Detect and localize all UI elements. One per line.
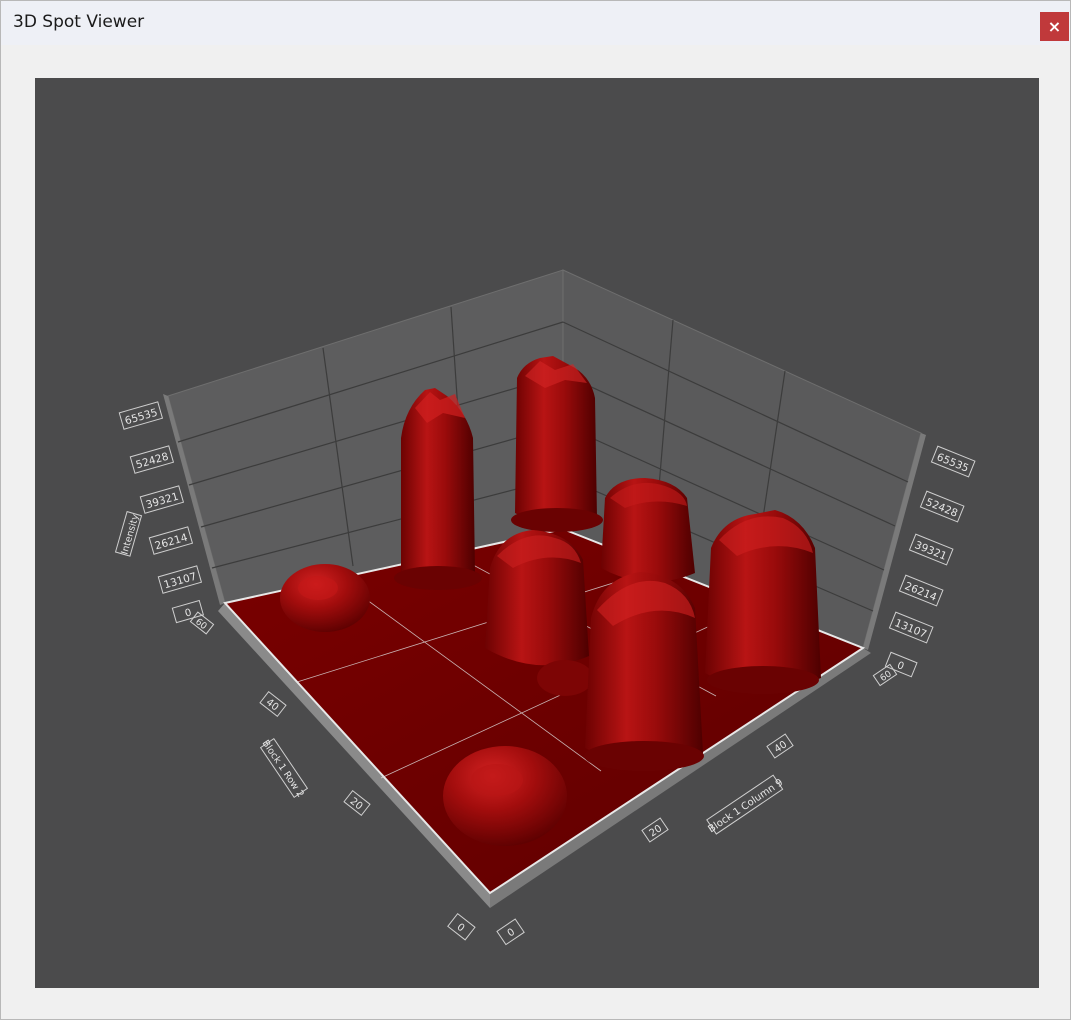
row-tick-label: 60 <box>193 617 208 632</box>
col-tick-40: 40 <box>766 733 794 759</box>
z-tick-left-39321: 39321 <box>139 485 185 514</box>
z-tick-label: 39321 <box>913 539 948 563</box>
z-tick-label: 0 <box>184 607 193 619</box>
spot-low-front <box>443 746 567 846</box>
row-axis-title-text: Block 1 Row 2 <box>260 738 306 799</box>
column-axis-title-text: Block 1 Column 9 <box>706 777 785 835</box>
row-tick-0: 0 <box>447 913 476 941</box>
col-tick-label: 0 <box>506 927 517 940</box>
z-tick-label: 13107 <box>893 617 928 641</box>
spot-front-center <box>584 572 704 771</box>
z-tick-label: 26214 <box>903 580 939 604</box>
col-tick-60: 60 <box>872 663 898 687</box>
spot-low-back-left <box>280 564 370 632</box>
col-tick-label: 20 <box>647 823 664 839</box>
col-tick-label: 40 <box>772 739 789 755</box>
z-tick-left-52428: 52428 <box>129 445 175 474</box>
z-axis-title: Intensity <box>119 513 141 556</box>
z-tick-label: 65535 <box>935 451 970 475</box>
3d-plot-viewport[interactable]: 65535 52428 39321 26214 13107 0 Intensit… <box>35 78 1039 988</box>
z-tick-left-13107: 13107 <box>157 565 203 594</box>
z-tick-label: 0 <box>895 660 905 673</box>
window-title: 3D Spot Viewer <box>13 12 145 32</box>
z-tick-left-65535: 65535 <box>118 401 164 430</box>
z-tick-right-13107: 13107 <box>888 611 934 644</box>
col-tick-0: 0 <box>496 918 525 946</box>
z-tick-label: 52428 <box>924 496 959 520</box>
close-button[interactable]: × <box>1040 12 1069 41</box>
spot-right <box>705 510 821 694</box>
row-axis-title: Block 1 Row 2 <box>260 737 309 800</box>
spot-viewer-window: 3D Spot Viewer × 65535 52428 39321 26214… <box>0 0 1071 1020</box>
column-axis-title: Block 1 Column 9 <box>706 774 785 835</box>
z-tick-right-65535: 65535 <box>930 445 976 478</box>
spot-mid-center <box>485 530 589 666</box>
row-tick-60: 60 <box>189 611 215 635</box>
z-tick-right-39321: 39321 <box>908 533 954 566</box>
row-tick-40: 40 <box>259 691 287 717</box>
spot-small-hump <box>537 660 593 696</box>
spot-mid-right <box>601 478 695 582</box>
surface-plot-svg: 65535 52428 39321 26214 13107 0 Intensit… <box>114 269 976 946</box>
z-axis-title-left: Intensity <box>114 510 143 557</box>
col-tick-label: 60 <box>879 669 894 684</box>
row-tick-20: 20 <box>343 790 371 816</box>
z-tick-left-26214: 26214 <box>148 526 194 555</box>
z-tick-right-52428: 52428 <box>919 490 965 523</box>
title-bar[interactable]: 3D Spot Viewer × <box>1 1 1070 45</box>
col-tick-20: 20 <box>641 817 669 843</box>
z-tick-right-26214: 26214 <box>898 574 944 607</box>
